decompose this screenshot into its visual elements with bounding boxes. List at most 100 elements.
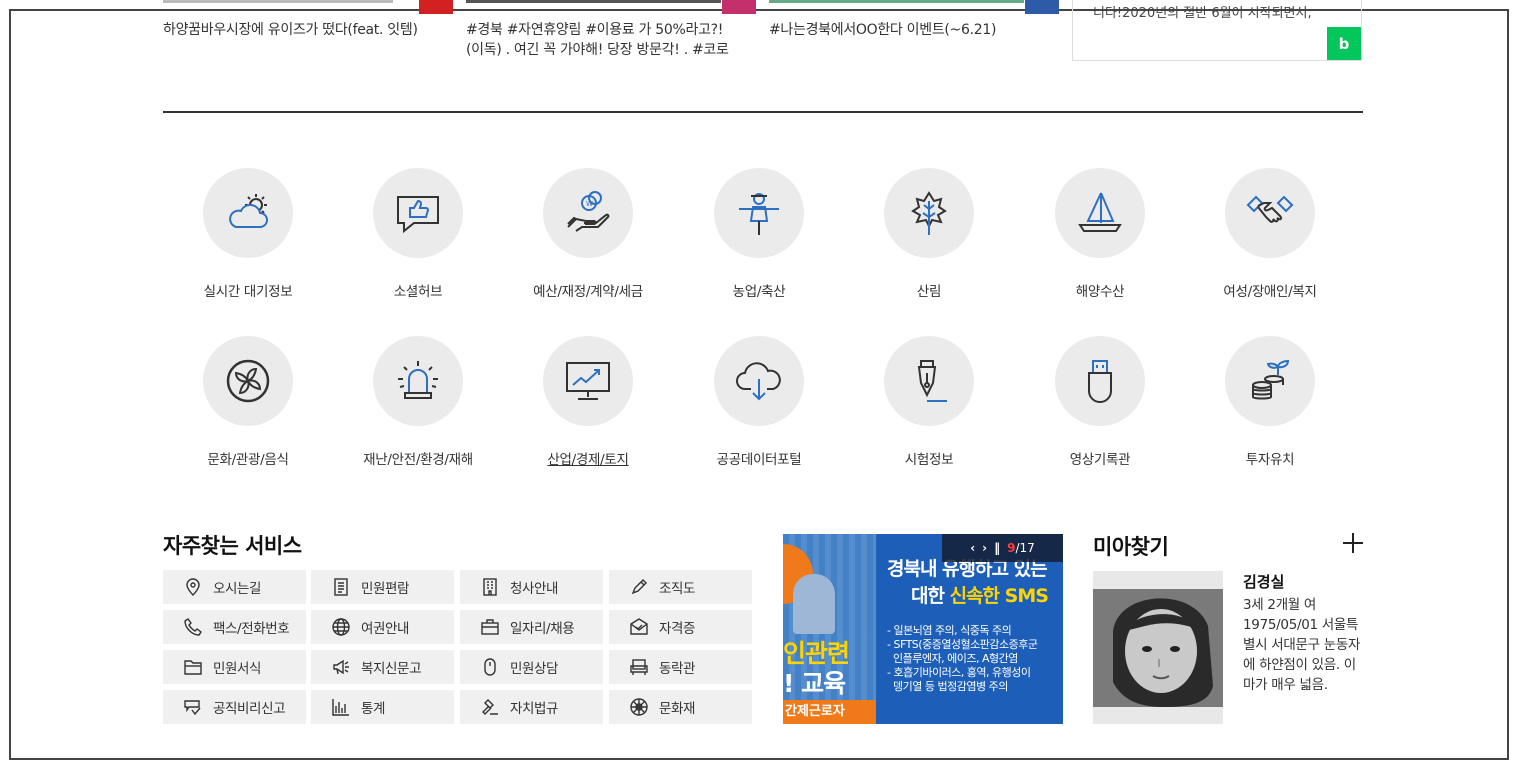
category-label: 시험정보 bbox=[904, 452, 954, 468]
service-statistics[interactable]: 통계 bbox=[311, 690, 454, 724]
monitor-chart-icon bbox=[543, 336, 633, 426]
next-slide-icon[interactable]: › bbox=[982, 541, 987, 555]
service-label: 여권안내 bbox=[361, 621, 410, 637]
service-ordinances[interactable]: 자치법규 bbox=[460, 690, 603, 724]
thumbnail-edge bbox=[466, 0, 721, 3]
category-air-quality[interactable]: 실시간 대기정보 bbox=[163, 168, 333, 300]
section-divider bbox=[163, 111, 1363, 113]
handshake-icon bbox=[1225, 168, 1315, 258]
service-label: 통계 bbox=[361, 701, 386, 717]
mouse-icon bbox=[481, 658, 499, 676]
certificate-icon bbox=[630, 618, 648, 636]
banner-item: 뎅기열 등 법정감염병 주의 bbox=[893, 680, 1008, 693]
banner-item-list: - 일본뇌염 주의, 식중독 주의 - SFTS(중증열성혈소판감소증후군 인플… bbox=[887, 624, 1038, 694]
category-social-hub[interactable]: 소셜허브 bbox=[333, 168, 503, 300]
banner-left-tag: 간제근로자 bbox=[783, 700, 876, 724]
slide-total: /17 bbox=[1015, 541, 1035, 555]
category-disaster[interactable]: 재난/안전/환경/재해 bbox=[333, 336, 503, 468]
service-consultation[interactable]: 민원상담 bbox=[460, 650, 603, 684]
service-dongrakgwan[interactable]: 동락관 bbox=[609, 650, 752, 684]
service-label: 민원편람 bbox=[361, 581, 410, 597]
category-culture[interactable]: 문화/관광/음식 bbox=[163, 336, 333, 468]
service-label: 민원상담 bbox=[510, 661, 559, 677]
banner-item: - 일본뇌염 주의, 식중독 주의 bbox=[887, 624, 1012, 637]
document-list-icon bbox=[332, 578, 350, 596]
facebook-icon bbox=[1025, 0, 1059, 14]
category-label: 투자유치 bbox=[1245, 452, 1295, 468]
missing-child-photo[interactable] bbox=[1093, 571, 1223, 724]
service-corruption-report[interactable]: 공직비리신고 bbox=[163, 690, 306, 724]
promo-banner[interactable]: 인관련 ! 교육 간제근로자 경북내 유행하고 있는 대한 신속한 SMS - … bbox=[783, 534, 1063, 724]
service-label: 복지신문고 bbox=[361, 661, 422, 677]
service-passport[interactable]: 여권안내 bbox=[311, 610, 454, 644]
banner-headline-2-em: 신속한 SMS bbox=[949, 585, 1049, 607]
coins-sprout-icon bbox=[1225, 336, 1315, 426]
category-investment[interactable]: 투자유치 bbox=[1185, 336, 1355, 468]
category-label: 해양수산 bbox=[1075, 284, 1125, 300]
banner-headline-2: 대한 신속한 SMS bbox=[911, 581, 1049, 608]
category-label: 재난/안전/환경/재해 bbox=[363, 452, 473, 468]
service-phone[interactable]: 팩스/전화번호 bbox=[163, 610, 306, 644]
news-caption: #나는경북에서OO한다 이벤트(~6.21) bbox=[769, 22, 997, 38]
report-icon bbox=[184, 698, 202, 716]
service-heritage[interactable]: 문화재 bbox=[609, 690, 752, 724]
youtube-icon bbox=[419, 0, 453, 14]
service-label: 동락관 bbox=[659, 661, 696, 677]
weather-cloud-sun-icon bbox=[203, 168, 293, 258]
category-label: 영상기록관 bbox=[1069, 452, 1131, 468]
heritage-icon bbox=[630, 698, 648, 716]
banner-item: 인플루엔자, 에이즈, A형간염 bbox=[893, 652, 1018, 665]
category-welfare[interactable]: 여성/장애인/복지 bbox=[1185, 168, 1355, 300]
services-title: 자주찾는 서비스 bbox=[163, 534, 302, 558]
category-label: 농업/축산 bbox=[732, 284, 786, 300]
missing-child-name: 김경실 bbox=[1243, 573, 1285, 591]
banner-item: - SFTS(중증열성혈소판감소증후군 bbox=[887, 638, 1038, 651]
prev-slide-icon[interactable]: ‹ bbox=[970, 541, 975, 555]
gavel-icon bbox=[481, 698, 499, 716]
category-budget[interactable]: W 예산/재정/계약/세금 bbox=[503, 168, 673, 300]
megaphone-icon bbox=[332, 658, 350, 676]
phone-icon bbox=[184, 618, 202, 636]
fountain-pen-icon bbox=[884, 336, 974, 426]
category-forestry[interactable]: 산림 bbox=[844, 168, 1014, 300]
folder-icon bbox=[184, 658, 202, 676]
category-label: 산림 bbox=[916, 284, 942, 300]
category-exam[interactable]: 시험정보 bbox=[844, 336, 1014, 468]
category-agriculture[interactable]: 농업/축산 bbox=[674, 168, 844, 300]
category-public-data[interactable]: 공공데이터포털 bbox=[674, 336, 844, 468]
service-certificate[interactable]: 자격증 bbox=[609, 610, 752, 644]
service-label: 문화재 bbox=[659, 701, 696, 717]
service-directions[interactable]: 오시는길 bbox=[163, 570, 306, 604]
svg-text:W: W bbox=[586, 200, 593, 208]
service-building-info[interactable]: 청사안내 bbox=[460, 570, 603, 604]
pause-icon[interactable]: ‖ bbox=[994, 541, 1000, 555]
category-label: 소셜허브 bbox=[393, 284, 443, 300]
pinwheel-icon bbox=[203, 336, 293, 426]
thumbnail-edge bbox=[163, 0, 393, 3]
hand-coin-icon: W bbox=[543, 168, 633, 258]
globe-icon bbox=[332, 618, 350, 636]
category-marine[interactable]: 해양수산 bbox=[1015, 168, 1185, 300]
sailboat-icon bbox=[1055, 168, 1145, 258]
leaf-icon bbox=[884, 168, 974, 258]
missing-child-title: 미아찾기 bbox=[1093, 535, 1169, 559]
banner-person-illustration bbox=[793, 574, 835, 634]
cloud-download-icon bbox=[714, 336, 804, 426]
service-jobs[interactable]: 일자리/채용 bbox=[460, 610, 603, 644]
service-label: 공직비리신고 bbox=[213, 701, 286, 717]
service-civil-manual[interactable]: 민원편람 bbox=[311, 570, 454, 604]
category-industry[interactable]: 산업/경제/토지 bbox=[503, 336, 673, 468]
blog-card[interactable]: 니다!2020년의 절반 6월이 시작되면서, b bbox=[1072, 0, 1362, 61]
service-forms[interactable]: 민원서식 bbox=[163, 650, 306, 684]
bar-chart-icon bbox=[332, 698, 350, 716]
service-label: 조직도 bbox=[659, 581, 696, 597]
banner-left-text-2: ! 교육 bbox=[783, 669, 846, 698]
news-caption: #경북 #자연휴양림 #이용료 가 50%라고?! bbox=[466, 22, 724, 38]
news-caption: 하양꿈바우시장에 유이즈가 떴다(feat. 잇템) bbox=[163, 22, 418, 38]
service-org-chart[interactable]: 조직도 bbox=[609, 570, 752, 604]
usb-drive-icon bbox=[1055, 336, 1145, 426]
category-video-archive[interactable]: 영상기록관 bbox=[1015, 336, 1185, 468]
service-welfare-report[interactable]: 복지신문고 bbox=[311, 650, 454, 684]
plus-icon[interactable] bbox=[1340, 530, 1366, 556]
theater-icon bbox=[630, 658, 648, 676]
